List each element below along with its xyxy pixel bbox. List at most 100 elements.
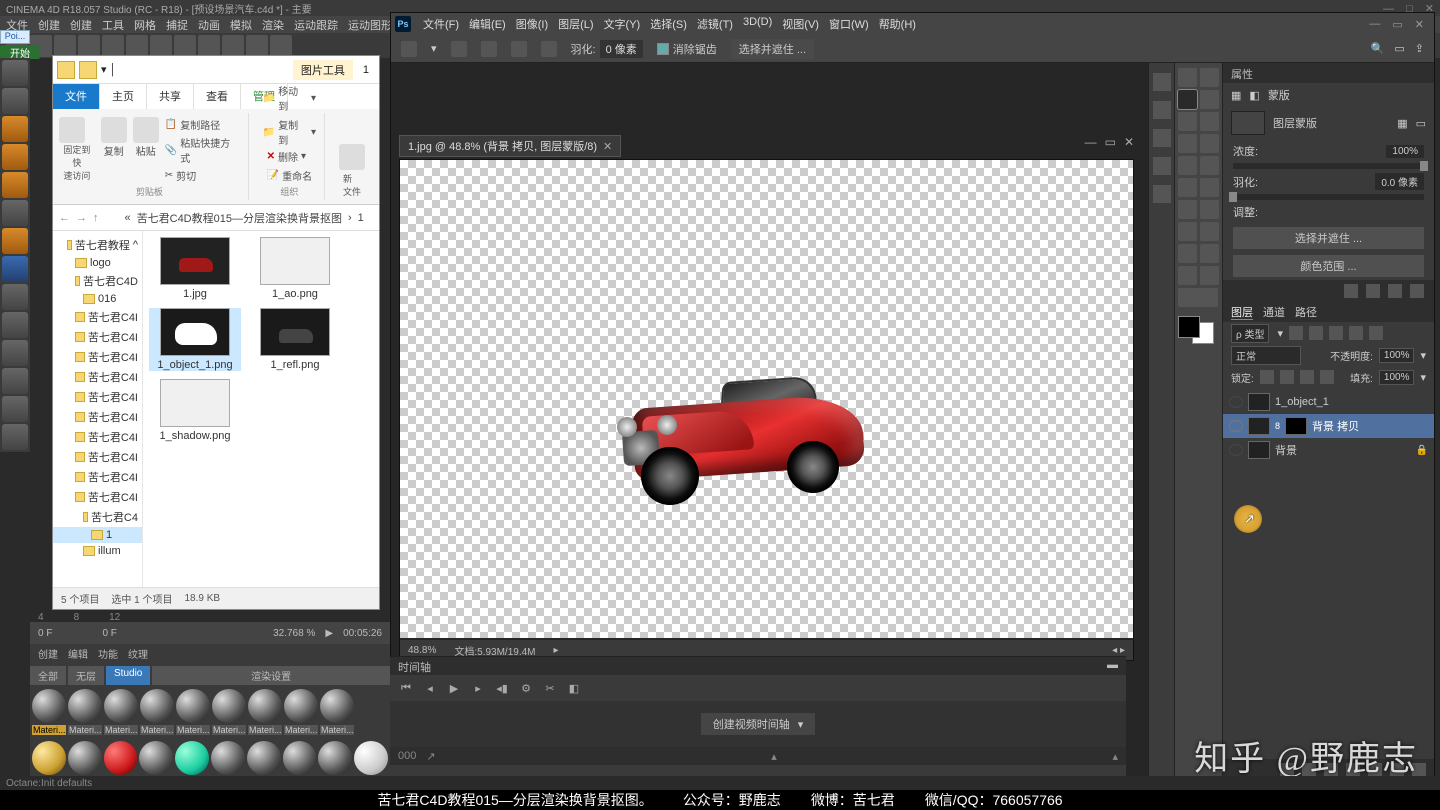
tab-share[interactable]: 共享 — [147, 84, 194, 109]
tab-home[interactable]: 主页 — [100, 84, 147, 109]
layer-filter[interactable]: ρ 类型 — [1231, 324, 1269, 343]
start-badge[interactable]: 开始 — [0, 45, 40, 59]
watermark: 知乎 @野鹿志 — [1194, 731, 1418, 780]
blend-mode[interactable]: 正常 — [1231, 346, 1301, 365]
explorer-tabs: 文件 主页 共享 查看 管理 — [53, 84, 379, 109]
file-item[interactable]: 1_shadow.png — [149, 379, 241, 442]
pixelmask-btn-icon[interactable]: ▦ — [1397, 117, 1407, 130]
filter-adj-icon[interactable] — [1309, 326, 1323, 340]
pin-icon[interactable] — [59, 117, 85, 143]
new-icon[interactable] — [339, 144, 365, 170]
visibility-icon[interactable] — [1229, 420, 1243, 432]
feather-value[interactable]: 0.0 像素 — [1375, 173, 1424, 190]
chevron-down-icon: ▾ — [798, 718, 804, 731]
vectormask-icon[interactable]: ◧ — [1249, 89, 1259, 102]
trash-icon[interactable] — [1410, 284, 1424, 298]
layer-row[interactable]: 8 背景 拷贝 — [1223, 414, 1434, 438]
explorer-breadcrumb[interactable]: ←→↑ « 苦七君C4D教程015—分层渲染换背景抠图 › 1 — [53, 205, 379, 231]
timeline-controls[interactable]: ⏮ ◂ ▶ ▸ ◂▮ ⚙ ✂ ◧ — [390, 675, 1126, 701]
visibility-icon[interactable] — [1229, 396, 1243, 408]
copy-icon[interactable] — [101, 117, 127, 143]
color-swatches[interactable] — [1178, 316, 1214, 344]
shape-icon — [1200, 244, 1219, 263]
refine-edge-button[interactable]: 选择并遮住 ... — [731, 39, 814, 59]
artboard-tool-icon — [1200, 68, 1219, 87]
file-item[interactable]: 1_object_1.png — [149, 308, 241, 371]
file-item[interactable]: 1_ao.png — [249, 237, 341, 300]
tab-view[interactable]: 查看 — [194, 84, 241, 109]
ps-toolbox[interactable] — [1174, 63, 1222, 781]
slider-handle[interactable] — [1420, 161, 1428, 171]
material-row-1: Materi... Materi... Materi... Materi... … — [30, 685, 390, 727]
disable-icon[interactable] — [1388, 284, 1402, 298]
vectormask-btn-icon[interactable]: ▭ — [1416, 117, 1426, 130]
doc-window-controls[interactable]: —▭✕ — [1085, 135, 1134, 149]
layers-tabs: 图层 通道 路径 — [1223, 302, 1434, 322]
slider-icon[interactable]: ▴ — [771, 750, 777, 763]
poi-badge: Poi... — [0, 30, 30, 44]
lock-all-icon[interactable] — [1320, 370, 1334, 384]
apply-icon[interactable] — [1366, 284, 1380, 298]
filter-type-icon[interactable] — [1329, 326, 1343, 340]
layer-mask-thumb[interactable] — [1285, 417, 1307, 435]
slider-handle[interactable] — [1229, 192, 1237, 202]
prev-frame-icon: ◂ — [422, 680, 438, 696]
ps-options-bar[interactable]: ▾ 羽化:0 像素 消除锯齿 选择并遮住 ... 🔍 ▭ ⇪ — [391, 35, 1434, 63]
opacity-value[interactable]: 100% — [1379, 348, 1415, 363]
checkbox-icon — [657, 43, 669, 55]
c4d-side-toolbar[interactable] — [0, 58, 30, 452]
filter-img-icon[interactable] — [1289, 326, 1303, 340]
fill-value[interactable]: 100% — [1379, 370, 1415, 385]
loadsel-icon[interactable] — [1344, 284, 1358, 298]
explorer-tree[interactable]: 苦七君教程 ^ logo 苦七君C4D 016 苦七君C4I 苦七君C4I 苦七… — [53, 231, 143, 587]
material-row-2 — [30, 737, 390, 779]
paste-icon[interactable] — [133, 117, 159, 143]
density-value[interactable]: 100% — [1386, 145, 1424, 158]
visibility-icon[interactable] — [1229, 444, 1243, 456]
document-tab[interactable]: 1.jpg @ 48.8% (背景 拷贝, 图层蒙版/8)✕ — [399, 135, 621, 157]
file-item[interactable]: 1_refl.png — [249, 308, 341, 371]
blur-icon — [1178, 200, 1197, 219]
stamp-icon — [1178, 156, 1197, 175]
mask-thumb[interactable] — [1231, 111, 1265, 135]
close-icon[interactable]: ✕ — [603, 140, 612, 153]
share-icon[interactable]: ⇪ — [1415, 42, 1424, 55]
layer-row[interactable]: 1_object_1 — [1223, 390, 1434, 414]
tab-file[interactable]: 文件 — [53, 84, 100, 109]
picture-tools-tab[interactable]: 图片工具 — [293, 60, 353, 80]
lock-pixel-icon[interactable] — [1280, 370, 1294, 384]
convert-icon[interactable]: ↗ — [426, 750, 435, 763]
collapse-icon[interactable]: ▬ — [1107, 659, 1118, 673]
layer-row[interactable]: 背景 🔒 — [1223, 438, 1434, 462]
search-icon[interactable]: 🔍 — [1371, 42, 1385, 55]
sel-int-icon — [541, 41, 557, 57]
eyedropper-icon — [1200, 112, 1219, 131]
eraser-icon — [1178, 178, 1197, 197]
select-and-mask-button[interactable]: 选择并遮住 ... — [1233, 227, 1424, 249]
frame-icon[interactable]: ▭ — [1394, 42, 1404, 55]
file-item[interactable]: 1.jpg — [149, 237, 241, 300]
lock-icon: 🔒 — [1416, 445, 1428, 456]
ps-collapsed-panels[interactable] — [1148, 63, 1174, 781]
slider-icon[interactable]: ▴ — [1112, 750, 1118, 763]
pixelmask-icon[interactable]: ▦ — [1231, 89, 1241, 102]
first-frame-icon: ⏮ — [398, 680, 414, 696]
filter-shape-icon[interactable] — [1349, 326, 1363, 340]
crop-tool-icon — [1178, 112, 1197, 131]
lock-pos-icon[interactable] — [1300, 370, 1314, 384]
lock-trans-icon[interactable] — [1260, 370, 1274, 384]
split-icon: ✂ — [542, 680, 558, 696]
filter-smart-icon[interactable] — [1369, 326, 1383, 340]
ps-menubar[interactable]: 文件(F)编辑(E)图像(I) 图层(L)文字(Y)选择(S) 滤镜(T)3D(… — [423, 16, 916, 32]
ps-window-controls[interactable]: —▭✕ — [1369, 18, 1430, 31]
create-video-timeline-button[interactable]: 创建视频时间轴▾ — [701, 713, 816, 735]
hand-icon — [1178, 266, 1197, 285]
canvas[interactable] — [400, 160, 1133, 638]
type-icon — [1200, 222, 1219, 241]
brush-icon — [1200, 134, 1219, 153]
explorer-quickaccess[interactable]: ▾ │ 图片工具 1 — [53, 56, 379, 84]
folder-icon — [79, 61, 97, 79]
lasso-tool-icon — [1178, 90, 1197, 109]
ps-timeline-panel: 时间轴▬ ⏮ ◂ ▶ ▸ ◂▮ ⚙ ✂ ◧ 创建视频时间轴▾ 000↗ ▴ ▴ — [390, 656, 1126, 776]
color-range-button[interactable]: 颜色范围 ... — [1233, 255, 1424, 277]
